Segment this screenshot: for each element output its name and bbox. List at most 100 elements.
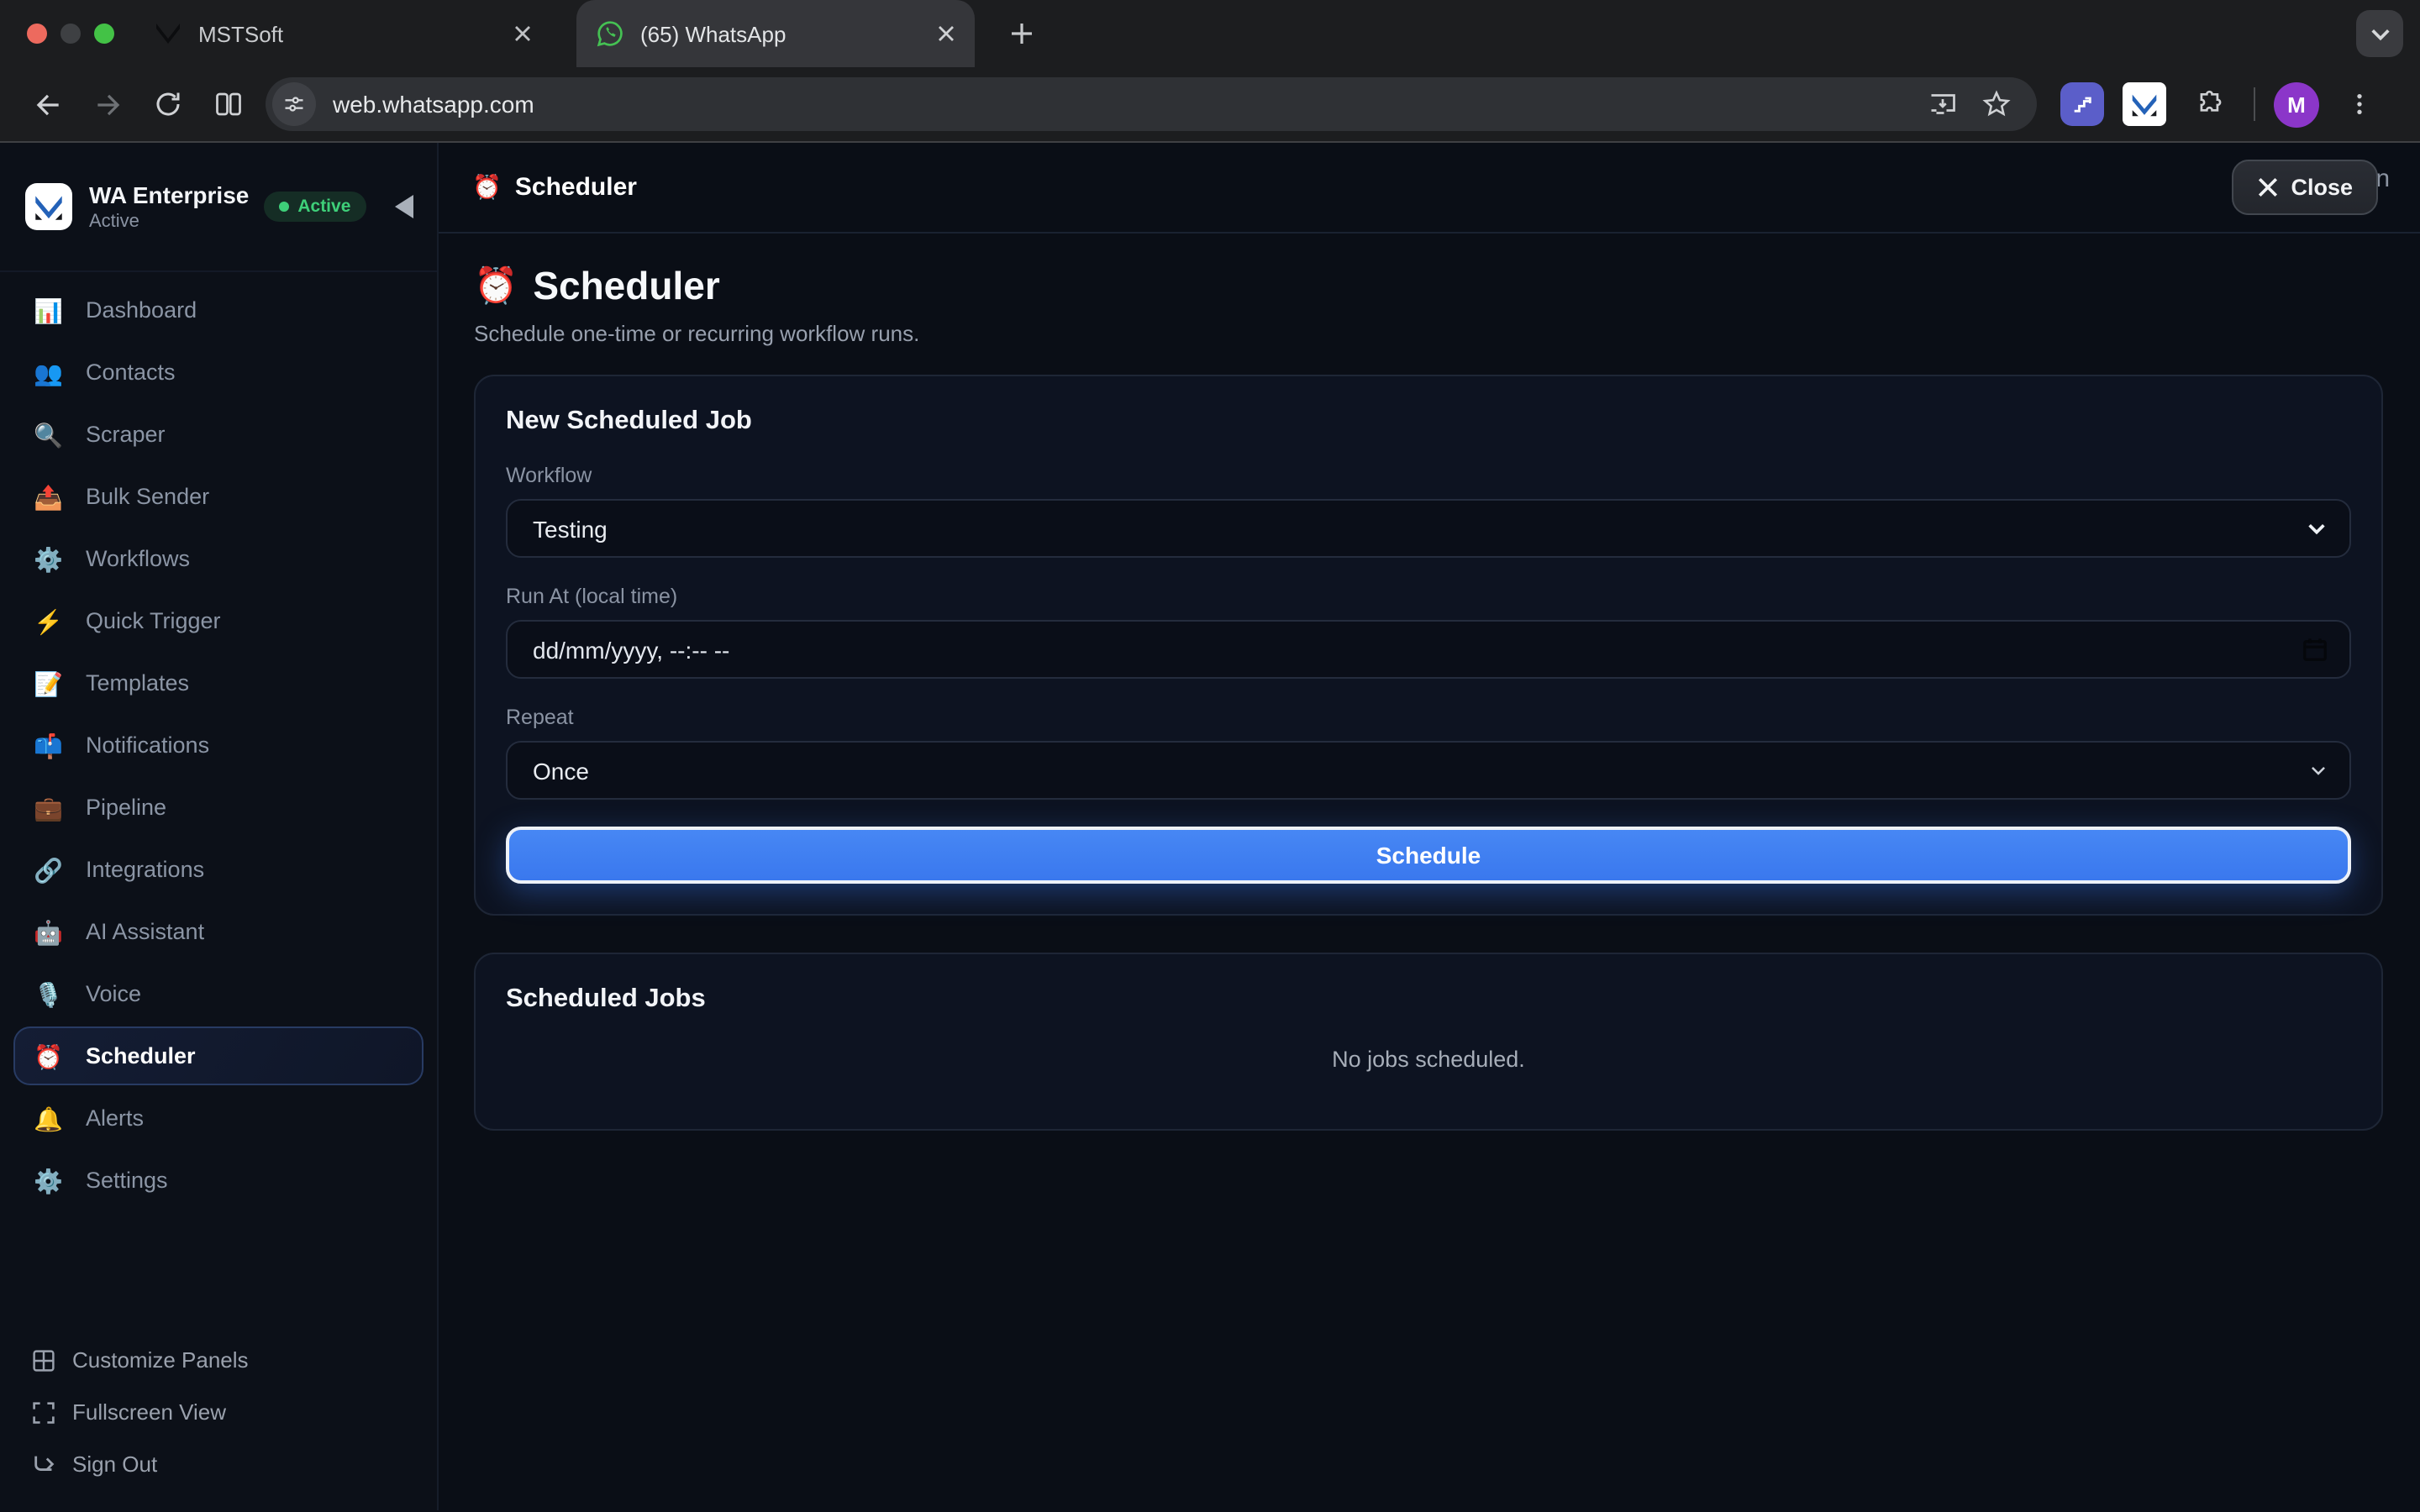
- site-settings-button[interactable]: [272, 82, 316, 126]
- collapse-sidebar-icon[interactable]: [395, 195, 413, 218]
- workflow-select[interactable]: Testing: [506, 499, 2351, 558]
- back-icon: [31, 88, 63, 120]
- star-icon: [1981, 89, 2012, 119]
- reload-icon: [153, 89, 183, 119]
- sidebar-footer: Customize Panels Fullscreen View Sign Ou…: [0, 1317, 437, 1510]
- mailbox-icon: 📫: [34, 733, 74, 757]
- window-close-button[interactable]: [27, 24, 47, 44]
- sidebar-item-scraper[interactable]: 🔍Scraper: [13, 405, 424, 464]
- split-view-icon: [213, 89, 244, 119]
- sidebar-item-contacts[interactable]: 👥Contacts: [13, 343, 424, 402]
- tab-title: MSTSoft: [198, 21, 508, 46]
- address-bar[interactable]: web.whatsapp.com: [266, 77, 2037, 131]
- scheduler-content: ⏰ Scheduler Schedule one-time or recurri…: [439, 234, 2420, 1131]
- workflow-selected-value: Testing: [533, 515, 608, 542]
- mstsoft-extension-button[interactable]: [2123, 82, 2166, 126]
- tab-close-icon[interactable]: [931, 18, 961, 49]
- sidebar-item-quick-trigger[interactable]: ⚡Quick Trigger: [13, 591, 424, 650]
- empty-state-text: No jobs scheduled.: [506, 1047, 2351, 1072]
- schedule-button[interactable]: Schedule: [506, 827, 2351, 884]
- sidebar-item-pipeline[interactable]: 💼Pipeline: [13, 778, 424, 837]
- sidebar-item-settings[interactable]: ⚙️Settings: [13, 1151, 424, 1210]
- window-controls: [0, 24, 131, 44]
- sidebar-header: WA Enterprise Active Active: [0, 143, 437, 272]
- chevron-down-icon: [2369, 23, 2391, 45]
- alarm-clock-icon: ⏰: [474, 266, 518, 307]
- new-scheduled-job-card: New Scheduled Job Workflow Testing Run A…: [474, 375, 2383, 916]
- briefcase-icon: 💼: [34, 795, 74, 819]
- grid-icon: [32, 1348, 72, 1372]
- new-tab-button[interactable]: [998, 10, 1045, 57]
- scheduled-jobs-card: Scheduled Jobs No jobs scheduled.: [474, 953, 2383, 1131]
- dashboard-icon: 📊: [34, 298, 74, 322]
- sidebar-item-alerts[interactable]: 🔔Alerts: [13, 1089, 424, 1147]
- lightning-icon: ⚡: [34, 609, 74, 633]
- panel-header: ⏰ Scheduler n Close: [439, 143, 2420, 234]
- calendar-icon[interactable]: [2302, 637, 2328, 662]
- memo-icon: 📝: [34, 671, 74, 695]
- alarm-clock-icon: ⏰: [34, 1044, 74, 1068]
- tab-strip: MSTSoft (65) WhatsApp: [0, 0, 2420, 67]
- forward-button[interactable]: [77, 74, 138, 134]
- repeat-label: Repeat: [506, 706, 2351, 729]
- panel-title: ⏰ Scheduler: [472, 173, 637, 202]
- bell-icon: 🔔: [34, 1106, 74, 1130]
- sidebar-item-dashboard[interactable]: 📊Dashboard: [13, 281, 424, 339]
- forward-icon: [92, 88, 124, 120]
- repeat-selected-value: Once: [533, 757, 589, 784]
- split-view-button[interactable]: [198, 74, 259, 134]
- tab-close-icon[interactable]: [508, 18, 538, 49]
- run-at-label: Run At (local time): [506, 585, 2351, 608]
- sidebar-item-scheduler[interactable]: ⏰Scheduler: [13, 1026, 424, 1085]
- toolbar-divider: [2254, 87, 2255, 121]
- status-badge-label: Active: [297, 197, 350, 217]
- fullscreen-icon: [32, 1400, 72, 1424]
- customize-panels-button[interactable]: Customize Panels: [13, 1334, 424, 1386]
- sidebar-item-workflows[interactable]: ⚙️Workflows: [13, 529, 424, 588]
- url-text[interactable]: web.whatsapp.com: [333, 91, 1916, 118]
- profile-avatar[interactable]: M: [2274, 81, 2319, 127]
- run-at-datetime-input[interactable]: dd/mm/yyyy, --:-- --: [506, 620, 2351, 679]
- status-dot-icon: [279, 202, 289, 212]
- window-zoom-button[interactable]: [94, 24, 114, 44]
- tab-whatsapp[interactable]: (65) WhatsApp: [576, 0, 975, 67]
- analytics-extension-button[interactable]: [2060, 82, 2104, 126]
- sign-out-icon: [32, 1452, 72, 1477]
- repeat-select[interactable]: Once: [506, 741, 2351, 800]
- sidebar-item-bulk-sender[interactable]: 📤Bulk Sender: [13, 467, 424, 526]
- wa-enterprise-logo: [25, 183, 72, 230]
- browser-window: MSTSoft (65) WhatsApp: [0, 0, 2420, 1512]
- chevron-down-icon: [2309, 761, 2328, 780]
- install-app-button[interactable]: [1916, 77, 1970, 131]
- puzzle-icon: [2194, 88, 2226, 120]
- microphone-icon: 🎙️: [34, 982, 74, 1005]
- sidebar-item-integrations[interactable]: 🔗Integrations: [13, 840, 424, 899]
- browser-toolbar: web.whatsapp.com: [0, 67, 2420, 143]
- browser-menu-button[interactable]: [2338, 74, 2381, 134]
- reload-button[interactable]: [138, 74, 198, 134]
- back-button[interactable]: [17, 74, 77, 134]
- alarm-clock-icon: ⏰: [472, 173, 502, 202]
- close-button[interactable]: Close: [2232, 160, 2378, 215]
- scheduler-panel: ⏰ Scheduler n Close ⏰ Scheduler Schedule…: [439, 143, 2420, 1510]
- sidebar-item-voice[interactable]: 🎙️Voice: [13, 964, 424, 1023]
- card-heading: New Scheduled Job: [506, 407, 2351, 437]
- kebab-menu-icon: [2346, 91, 2373, 118]
- fullscreen-view-button[interactable]: Fullscreen View: [13, 1386, 424, 1438]
- sidebar-item-ai-assistant[interactable]: 🤖AI Assistant: [13, 902, 424, 961]
- sidebar-item-notifications[interactable]: 📫Notifications: [13, 716, 424, 774]
- sidebar-item-templates[interactable]: 📝Templates: [13, 654, 424, 712]
- tab-search-button[interactable]: [2356, 10, 2403, 57]
- run-at-placeholder: dd/mm/yyyy, --:-- --: [533, 636, 729, 663]
- robot-icon: 🤖: [34, 920, 74, 943]
- sidebar-app-titles: WA Enterprise Active: [89, 181, 249, 232]
- plus-icon: [1010, 22, 1034, 45]
- bookmark-button[interactable]: [1970, 77, 2023, 131]
- window-minimize-button[interactable]: [60, 24, 81, 44]
- app-status-text: Active: [89, 212, 249, 232]
- toolbar-extensions: M: [2060, 74, 2381, 134]
- tab-mstsoft[interactable]: MSTSoft: [131, 0, 551, 67]
- extensions-button[interactable]: [2185, 74, 2235, 134]
- sidebar: WA Enterprise Active Active 📊Dashboard 👥…: [0, 143, 439, 1510]
- sign-out-button[interactable]: Sign Out: [13, 1438, 424, 1490]
